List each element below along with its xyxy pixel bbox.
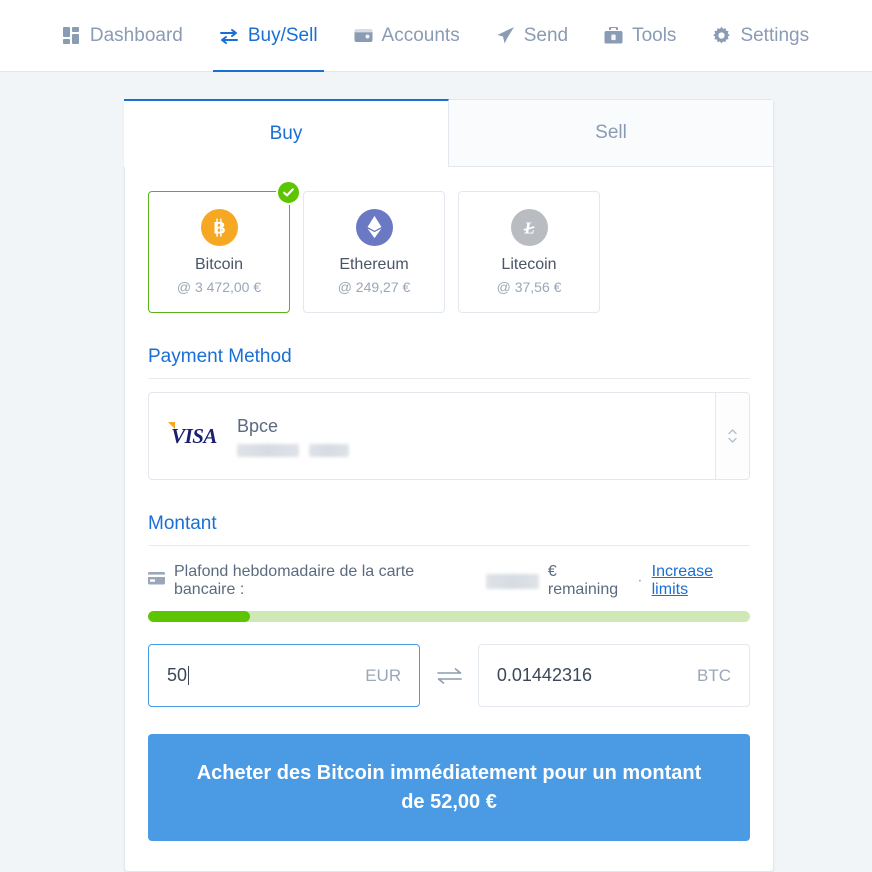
payment-method-stepper[interactable] — [715, 393, 749, 479]
nav-item-tools[interactable]: Tools — [586, 0, 694, 72]
buy-now-button-label: Acheter des Bitcoin immédiatement pour u… — [196, 761, 702, 813]
litecoin-icon: L — [510, 208, 548, 246]
wallet-icon — [354, 27, 373, 44]
tab-sell[interactable]: Sell — [449, 100, 773, 167]
bitcoin-icon: B — [200, 208, 238, 246]
limit-progress-fill — [148, 611, 251, 622]
separator: · — [637, 572, 643, 589]
limit-text-suffix: € remaining — [547, 563, 619, 598]
top-navigation-bar: Dashboard Buy/Sell Accounts Send Tools S… — [0, 0, 872, 72]
coin-price: @ 249,27 € — [337, 279, 411, 296]
buy-sell-tabs: Buy Sell — [124, 99, 773, 167]
nav-item-send[interactable]: Send — [478, 0, 586, 72]
coin-card-ethereum[interactable]: Ethereum @ 249,27 € — [303, 191, 445, 313]
coin-price: @ 37,56 € — [496, 279, 562, 296]
nav-item-label: Settings — [740, 24, 810, 46]
swap-arrows-icon[interactable] — [420, 665, 478, 687]
selected-check-icon — [276, 180, 301, 205]
payment-method-title: Payment Method — [148, 346, 292, 367]
limit-amount-redacted — [485, 573, 539, 589]
nav-item-label: Send — [523, 24, 569, 46]
buy-sell-panel: Buy Sell B Bitcoin @ 3 472,00 € Ethereum… — [124, 99, 774, 872]
paper-plane-icon — [496, 26, 515, 45]
visa-label: VISA — [171, 423, 217, 448]
nav-item-dashboard[interactable]: Dashboard — [45, 0, 201, 72]
coin-price: @ 3 472,00 € — [176, 279, 262, 296]
tab-buy-label: Buy — [269, 123, 303, 144]
nav-item-label: Tools — [632, 24, 677, 46]
nav-item-label: Dashboard — [89, 24, 183, 46]
svg-text:B: B — [213, 218, 225, 237]
limit-text-prefix: Plafond hebdomadaire de la carte bancair… — [174, 563, 415, 598]
panel-body: B Bitcoin @ 3 472,00 € Ethereum @ 249,27 — [125, 180, 773, 841]
crypto-amount-field[interactable]: 0.01442316 BTC — [477, 644, 750, 707]
crypto-currency-label: BTC — [697, 665, 731, 685]
gear-icon — [712, 26, 731, 45]
tab-sell-label: Sell — [595, 122, 627, 143]
payment-method-select[interactable]: VISA Bpce — [148, 392, 750, 480]
amount-converter: 50 EUR 0.01442316 BTC — [148, 644, 750, 707]
fiat-amount-field[interactable]: 50 EUR — [148, 644, 421, 707]
nav-item-accounts[interactable]: Accounts — [336, 0, 478, 72]
divider — [148, 545, 750, 546]
toolbox-icon — [604, 26, 623, 45]
nav-item-buy-sell[interactable]: Buy/Sell — [201, 0, 336, 72]
nav-item-label: Accounts — [381, 24, 460, 46]
amount-section-title: Montant — [148, 513, 217, 534]
limit-info-row: Plafond hebdomadaire de la carte bancair… — [148, 563, 750, 599]
crypto-amount-value: 0.01442316 — [496, 665, 592, 685]
coin-name: Litecoin — [501, 255, 557, 273]
visa-logo-icon: VISA — [168, 422, 219, 448]
divider — [148, 378, 750, 379]
payment-method-card-number-redacted — [237, 443, 349, 457]
fiat-amount-value: 50 — [167, 665, 190, 685]
payment-method-content: VISA Bpce — [149, 393, 715, 479]
increase-limits-link[interactable]: Increase limits — [652, 563, 750, 599]
nav-item-settings[interactable]: Settings — [694, 0, 827, 72]
coin-name: Bitcoin — [194, 255, 244, 273]
credit-card-icon — [148, 572, 165, 590]
coin-selector: B Bitcoin @ 3 472,00 € Ethereum @ 249,27 — [148, 180, 750, 313]
coin-name: Ethereum — [339, 255, 409, 273]
limit-progress-bar — [148, 611, 750, 622]
payment-method-bank-name: Bpce — [237, 416, 279, 437]
coin-card-litecoin[interactable]: L Litecoin @ 37,56 € — [458, 191, 600, 313]
dashboard-grid-icon — [62, 26, 81, 45]
nav-item-label: Buy/Sell — [247, 24, 318, 46]
buy-now-button[interactable]: Acheter des Bitcoin immédiatement pour u… — [148, 734, 750, 841]
fiat-currency-label: EUR — [365, 665, 402, 685]
ethereum-icon — [355, 208, 393, 246]
exchange-arrows-icon — [219, 27, 239, 45]
coin-card-bitcoin[interactable]: B Bitcoin @ 3 472,00 € — [148, 180, 301, 313]
tab-buy[interactable]: Buy — [124, 99, 449, 167]
